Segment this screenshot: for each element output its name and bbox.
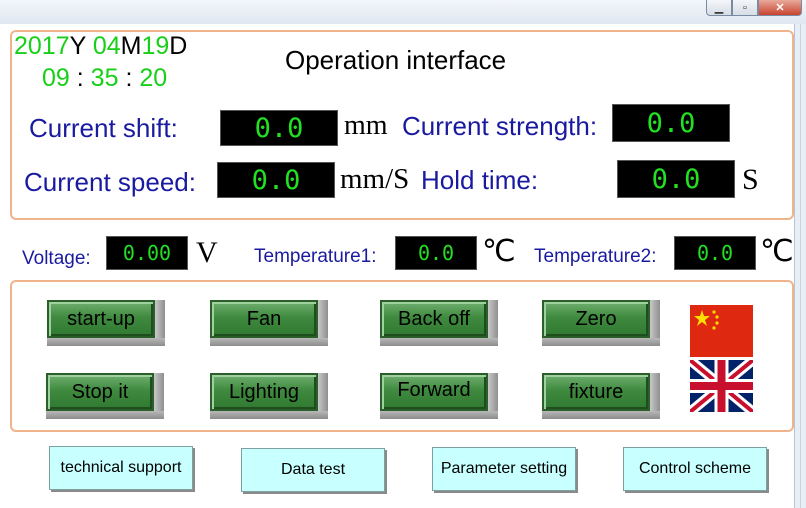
flag-star [715, 321, 719, 325]
temperature2-display: 0.0 [674, 236, 756, 270]
temperature1-value: 0.0 [417, 241, 455, 265]
temperature1-unit: ℃ [482, 235, 516, 268]
current-speed-unit: mm/S [340, 163, 410, 195]
voltage-unit: V [196, 236, 218, 269]
current-speed-value: 0.0 [251, 164, 301, 196]
back-off-button[interactable]: Back off [380, 300, 488, 338]
window-controls: ▁ ▫ ✕ [706, 0, 802, 18]
temperature2-unit: ℃ [760, 235, 794, 268]
temperature1-display: 0.0 [395, 236, 477, 270]
maximize-icon: ▫ [743, 1, 747, 14]
current-shift-unit: mm [344, 110, 388, 141]
parameter-setting-button[interactable]: Parameter setting [432, 447, 576, 491]
month-value: 04 [92, 32, 121, 60]
maximize-button[interactable]: ▫ [732, 0, 758, 16]
current-strength-value: 0.0 [646, 107, 696, 139]
button-bevel [380, 338, 498, 346]
current-speed-label: Current speed: [24, 167, 196, 197]
page-title: Operation interface [285, 45, 507, 75]
close-button[interactable]: ✕ [758, 0, 802, 16]
year-suffix: Y [69, 32, 86, 60]
close-icon: ✕ [775, 2, 785, 14]
window-right-edge [794, 24, 806, 508]
stop-button[interactable]: Stop it [46, 373, 154, 411]
zero-button-wrap: Zero [542, 300, 660, 346]
current-shift-value: 0.0 [254, 112, 304, 144]
button-bevel [542, 411, 660, 419]
year-value: 2017 [14, 32, 70, 60]
day-value: 19 [141, 32, 170, 60]
zero-button[interactable]: Zero [542, 300, 650, 338]
lighting-button[interactable]: Lighting [210, 373, 318, 411]
window-titlebar [0, 0, 806, 24]
date-display: 2017Y 04M19D [14, 34, 187, 59]
day-suffix: D [169, 32, 188, 60]
button-bevel [47, 338, 165, 346]
current-speed-display: 0.0 [217, 162, 335, 198]
minute-value: 35 [90, 64, 119, 92]
fan-button-wrap: Fan [210, 300, 328, 346]
button-bevel [542, 338, 660, 346]
hold-time-value: 0.0 [651, 163, 701, 195]
lighting-button-wrap: Lighting [210, 373, 328, 419]
temperature2-value: 0.0 [696, 241, 734, 265]
current-shift-label: Current shift: [29, 113, 178, 143]
month-suffix: M [120, 32, 142, 60]
flag-star [712, 326, 716, 330]
fixture-button[interactable]: fixture [542, 373, 650, 411]
technical-support-button[interactable]: technical support [49, 446, 193, 490]
control-scheme-button[interactable]: Control scheme [623, 447, 767, 491]
back-off-button-wrap: Back off [380, 300, 498, 346]
forward-button[interactable]: Forward [380, 373, 488, 411]
minimize-icon: ▁ [714, 2, 724, 14]
stop-button-wrap: Stop it [46, 373, 164, 419]
second-value: 20 [139, 64, 168, 92]
fixture-button-wrap: fixture [542, 373, 660, 419]
hold-time-display: 0.0 [617, 160, 735, 198]
voltage-label: Voltage: [22, 248, 91, 269]
time-display: 09 : 35 : 20 [42, 66, 167, 91]
time-separator: : [125, 64, 133, 92]
startup-button-wrap: start-up [47, 300, 165, 346]
button-bevel [210, 411, 328, 419]
hold-time-unit: S [742, 163, 759, 196]
fan-button[interactable]: Fan [210, 300, 318, 338]
temperature1-label: Temperature1: [254, 246, 377, 267]
voltage-value: 0.00 [122, 241, 172, 265]
current-shift-display: 0.0 [220, 110, 338, 146]
china-flag-icon[interactable] [690, 305, 753, 357]
data-test-button[interactable]: Data test [241, 448, 385, 492]
voltage-display: 0.00 [106, 236, 188, 270]
hour-value: 09 [42, 64, 70, 92]
button-bevel [380, 411, 498, 419]
flag-star [715, 315, 719, 319]
startup-button[interactable]: start-up [47, 300, 155, 338]
current-strength-display: 0.0 [612, 104, 730, 142]
uk-flag-icon[interactable] [690, 360, 753, 412]
time-separator: : [76, 64, 84, 92]
current-strength-label: Current strength: [402, 111, 598, 141]
hold-time-label: Hold time: [421, 165, 539, 195]
flag-star [712, 310, 716, 314]
forward-button-wrap: Forward [380, 373, 498, 419]
button-bevel [46, 411, 164, 419]
button-bevel [210, 338, 328, 346]
minimize-button[interactable]: ▁ [706, 0, 732, 16]
temperature2-label: Temperature2: [534, 246, 657, 267]
